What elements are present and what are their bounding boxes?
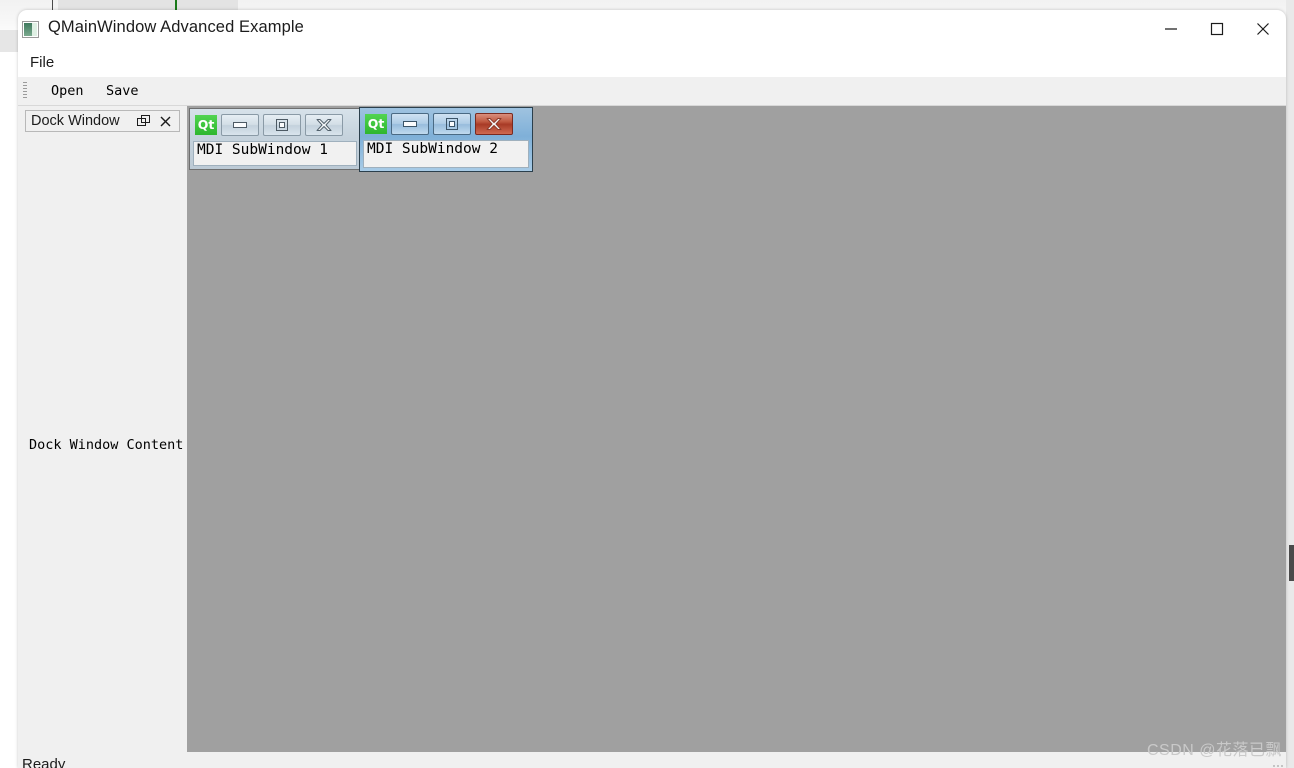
subwindow-title-bar[interactable]: Qt [192,111,358,139]
app-icon [22,21,39,38]
main-window: QMainWindow Advanced Example File Open S… [18,10,1286,768]
window-controls [1148,10,1286,48]
dock-title-bar[interactable]: Dock Window [25,110,180,132]
subwindow-minimize-button[interactable] [391,113,429,135]
minimize-icon [403,121,417,127]
status-bar: Ready [18,752,1286,768]
close-icon [160,116,171,127]
watermark: CSDN @花落已飘 [1146,742,1282,759]
minimize-icon [1165,28,1177,30]
status-message: Ready [22,756,66,768]
tool-bar: Open Save [18,77,1286,106]
minimize-button[interactable] [1148,10,1194,48]
toolbar-drag-handle[interactable] [23,82,27,100]
restore-icon [446,118,458,130]
toolbar-button-open[interactable]: Open [45,81,90,101]
maximize-icon [1210,22,1224,36]
subwindow-title-bar[interactable]: Qt [362,110,530,138]
subwindow-minimize-button[interactable] [221,114,259,136]
close-icon [316,119,332,131]
subwindow-title-label: MDI SubWindow 2 [367,141,498,157]
minimize-icon [233,122,247,128]
close-button[interactable] [1240,10,1286,48]
dock-content-label: Dock Window Content [29,437,184,453]
subwindow-close-button[interactable] [305,114,343,136]
subwindow-body: MDI SubWindow 2 [363,140,529,168]
window-title: QMainWindow Advanced Example [48,18,304,36]
menu-item-file[interactable]: File [22,52,62,73]
dock-float-button[interactable] [137,115,151,129]
subwindow-body: MDI SubWindow 1 [193,141,357,166]
scrollbar-nub[interactable] [1289,545,1294,581]
float-icon [137,115,150,126]
dock-widget-content: Dock Window Content [18,106,187,752]
mdi-subwindow-1[interactable]: Qt MDI SubWindow 1 [189,108,361,170]
subwindow-close-button[interactable] [475,113,513,135]
mdi-subwindow-2[interactable]: Qt MDI SubWindow 2 [359,107,533,172]
dock-widget: Dock Window Content Dock Window [18,106,187,752]
dock-close-button[interactable] [158,114,173,129]
qt-logo-icon: Qt [365,114,387,134]
menu-bar: File [18,48,1286,77]
resize-grip[interactable] [1272,764,1284,768]
desktop-left-strip [0,30,18,52]
mdi-area[interactable]: Qt MDI SubWindow 1 Qt MDI SubWindow 2 [187,106,1286,752]
maximize-button[interactable] [1194,10,1240,48]
close-icon [1257,23,1269,35]
close-icon [486,118,502,130]
subwindow-restore-button[interactable] [263,114,301,136]
desktop-right-edge [1286,0,1294,768]
subwindow-restore-button[interactable] [433,113,471,135]
dock-title-label: Dock Window [31,113,120,129]
restore-icon [276,119,288,131]
title-bar[interactable]: QMainWindow Advanced Example [18,10,1286,48]
qt-logo-icon: Qt [195,115,217,135]
screen: QMainWindow Advanced Example File Open S… [0,0,1294,768]
toolbar-button-save[interactable]: Save [100,81,145,101]
subwindow-title-label: MDI SubWindow 1 [197,142,328,158]
